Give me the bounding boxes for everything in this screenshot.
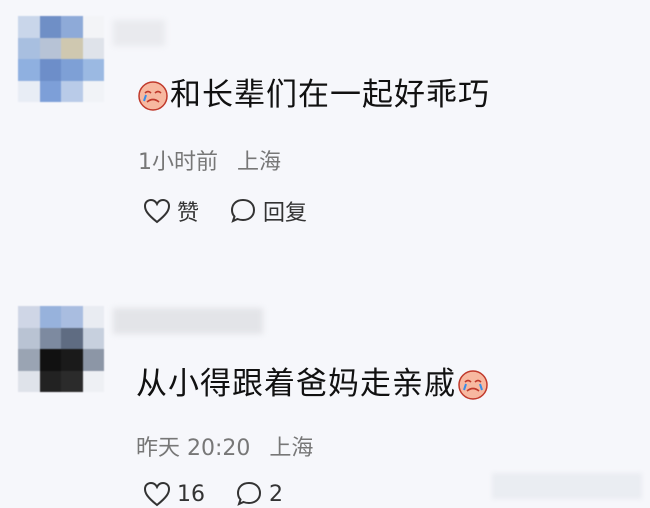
comment-location: 上海 xyxy=(237,150,282,175)
reply-count: 2 xyxy=(269,481,283,507)
username-blurred[interactable] xyxy=(113,20,165,46)
comment-time: 昨天 20:20 xyxy=(136,436,251,461)
comment-text: 和长辈们在一起好乖巧 xyxy=(136,75,490,115)
comment-bubble-icon xyxy=(236,481,262,506)
reply-button[interactable]: 回复 xyxy=(229,195,307,227)
comment-text: 从小得跟着爸妈走亲戚 xyxy=(136,364,490,404)
reply-button[interactable]: 2 xyxy=(235,480,283,508)
avatar[interactable] xyxy=(18,16,104,102)
comment-time: 1小时前 xyxy=(138,150,218,175)
crying-face-emoji xyxy=(456,367,490,401)
comment-actions: 赞 回复 xyxy=(143,195,337,227)
watermark xyxy=(492,473,642,499)
comment-location: 上海 xyxy=(269,436,314,461)
like-button[interactable]: 赞 xyxy=(143,195,199,227)
comment-body: 从小得跟着爸妈走亲戚 xyxy=(136,366,456,402)
crying-face-emoji xyxy=(136,78,170,112)
heart-icon xyxy=(143,198,171,224)
like-count: 16 xyxy=(177,481,205,507)
heart-icon xyxy=(143,481,171,507)
like-button[interactable]: 16 xyxy=(143,481,205,507)
comment-bubble-icon xyxy=(231,198,256,223)
like-label: 赞 xyxy=(177,201,200,226)
comment-meta: 昨天 20:20 上海 xyxy=(136,430,325,462)
reply-label: 回复 xyxy=(263,201,308,226)
avatar[interactable] xyxy=(18,306,104,392)
comment-meta: 1小时前 上海 xyxy=(138,144,293,176)
comment-actions: 16 2 xyxy=(143,480,313,508)
comment-body: 和长辈们在一起好乖巧 xyxy=(170,77,490,113)
username-blurred[interactable] xyxy=(113,308,263,334)
